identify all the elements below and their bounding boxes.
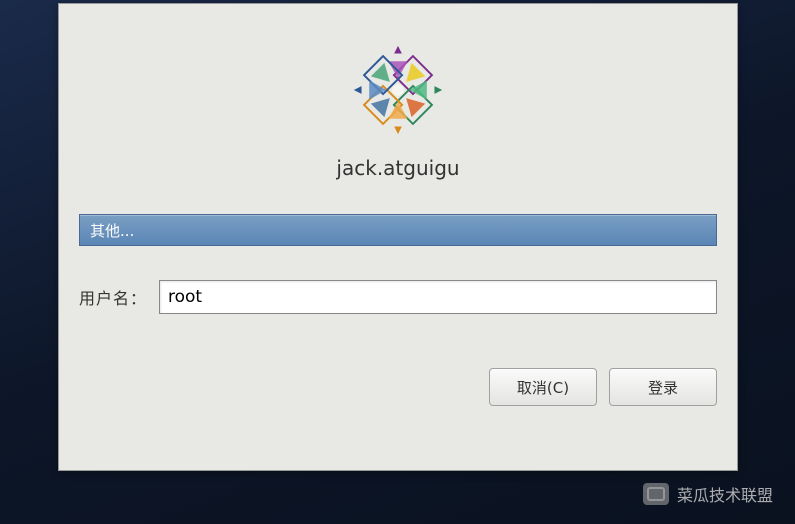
username-row: 用户名： [79, 280, 717, 314]
watermark: 菜瓜技术联盟 [643, 482, 773, 506]
wechat-icon [643, 483, 669, 505]
username-label: 用户名： [79, 285, 147, 309]
cancel-button[interactable]: 取消(C) [489, 368, 597, 406]
watermark-text: 菜瓜技术联盟 [677, 482, 773, 506]
hostname-label: jack.atguigu [59, 156, 737, 180]
logo-container [59, 42, 737, 138]
login-panel: jack.atguigu 其他... 用户名： 取消(C) 登录 [58, 3, 738, 471]
login-button[interactable]: 登录 [609, 368, 717, 406]
user-select-other[interactable]: 其他... [79, 214, 717, 246]
button-row: 取消(C) 登录 [79, 368, 717, 406]
username-input[interactable] [159, 280, 717, 314]
centos-logo-icon [350, 42, 446, 138]
user-select-label: 其他... [90, 220, 134, 241]
